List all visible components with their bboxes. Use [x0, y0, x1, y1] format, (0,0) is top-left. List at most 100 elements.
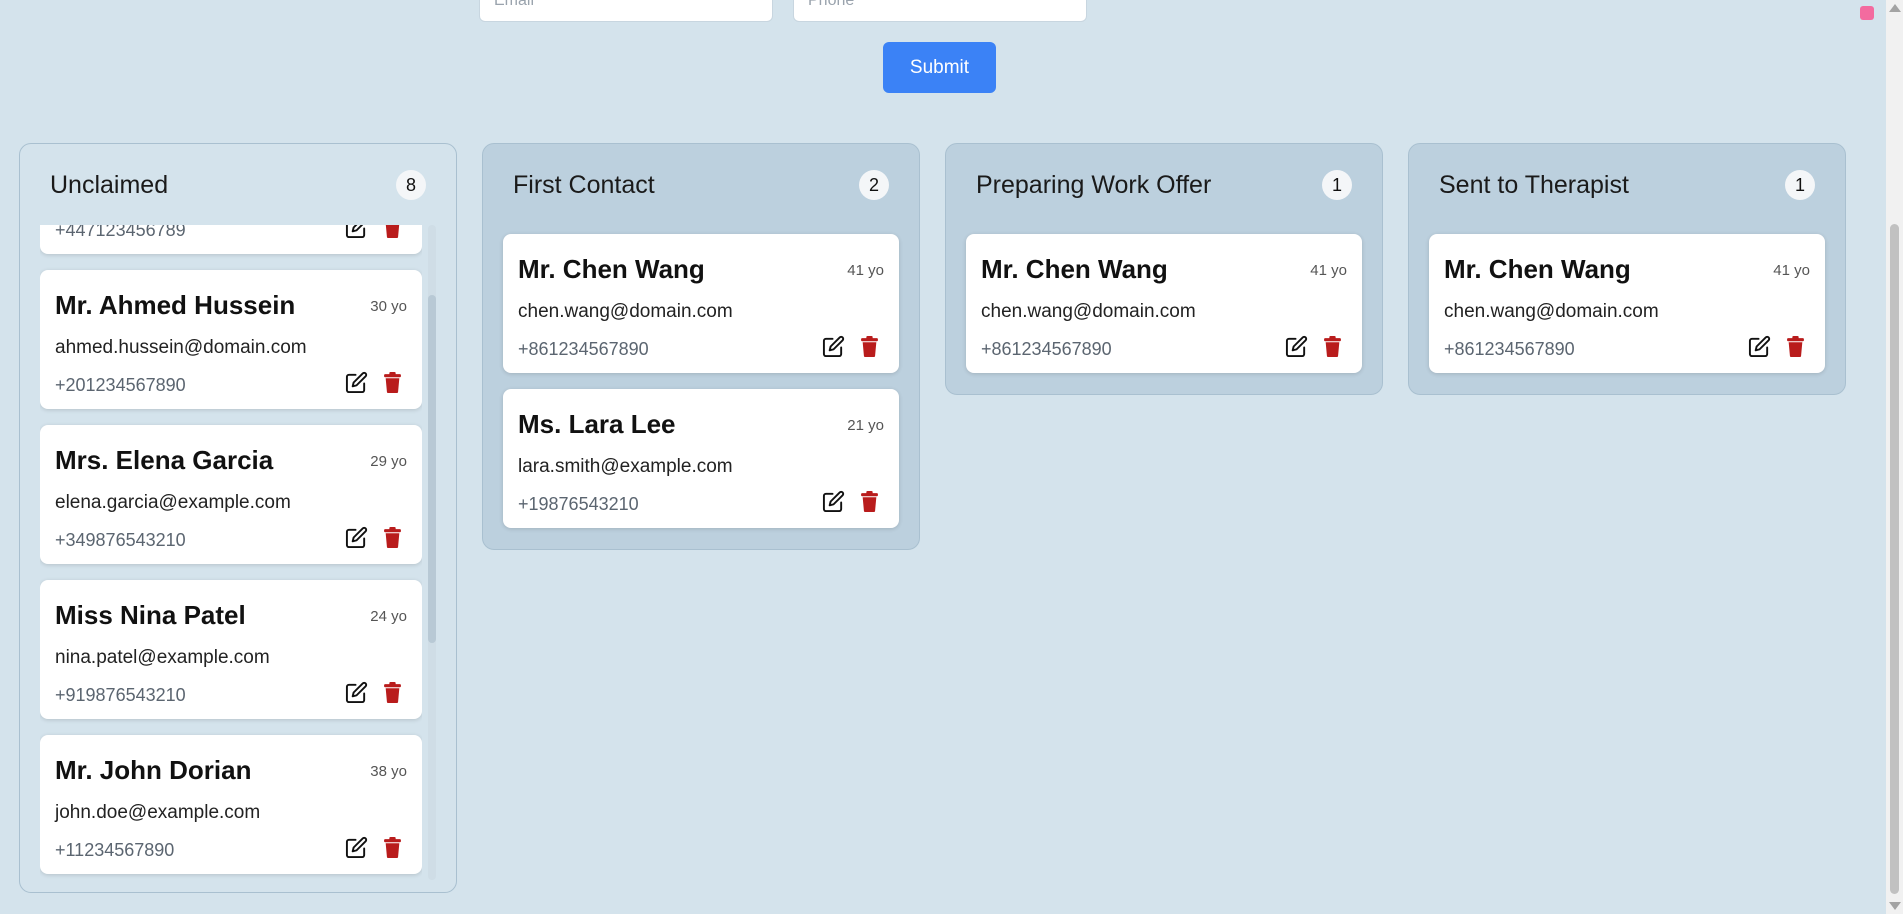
card-age: 38 yo: [370, 763, 407, 780]
phone-input[interactable]: Phone: [793, 0, 1087, 22]
card-email: john.doe@example.com: [55, 802, 261, 823]
column-count-badge: 8: [396, 170, 426, 200]
card-email: chen.wang@domain.com: [1444, 301, 1659, 322]
card-email: elena.garcia@example.com: [55, 492, 291, 513]
card-age: 21 yo: [847, 417, 884, 434]
card-name: Mrs. Elena Garcia: [55, 445, 274, 475]
card-phone: +19876543210: [518, 494, 639, 514]
column-sent-to-therapist: Sent to Therapist 1 Mr. Chen Wang 41 yo …: [1408, 143, 1846, 395]
card-actions: [345, 225, 404, 240]
card-actions: [1748, 333, 1807, 359]
page-scrollbar-thumb[interactable]: [1890, 224, 1899, 894]
page-scrollbar[interactable]: [1886, 0, 1903, 914]
card-actions: [345, 679, 404, 705]
lead-card[interactable]: Ms. Lara Lee 21 yo lara.smith@example.co…: [503, 389, 899, 528]
card-name: Mr. Chen Wang: [981, 254, 1168, 284]
edit-icon[interactable]: [1285, 333, 1308, 359]
card-phone: +201234567890: [55, 375, 186, 395]
column-count-badge: 1: [1322, 170, 1352, 200]
trash-icon[interactable]: [381, 225, 404, 240]
card-name: Mr. Ahmed Hussein: [55, 290, 296, 320]
card-actions: [345, 369, 404, 395]
card-actions: [345, 834, 404, 860]
column-title: Preparing Work Offer: [976, 170, 1212, 199]
trash-icon[interactable]: [858, 333, 881, 359]
phone-placeholder: Phone: [808, 0, 855, 9]
card-age: 41 yo: [1773, 262, 1810, 279]
column-preparing-work-offer: Preparing Work Offer 1 Mr. Chen Wang 41 …: [945, 143, 1383, 395]
column-header: Preparing Work Offer 1: [976, 168, 1352, 202]
card-name: Mr. Chen Wang: [1444, 254, 1631, 284]
column-header: Sent to Therapist 1: [1439, 168, 1815, 202]
card-list[interactable]: Mr. Chen Wang 41 yo chen.wang@domain.com…: [1429, 234, 1825, 389]
lead-card[interactable]: Mr. Ahmed Hussein 30 yo ahmed.hussein@do…: [40, 270, 422, 409]
lead-card[interactable]: Mrs. Elena Garcia 29 yo elena.garcia@exa…: [40, 425, 422, 564]
card-actions: [345, 524, 404, 550]
column-scrollbar[interactable]: [428, 225, 436, 880]
card-actions: [1285, 333, 1344, 359]
edit-icon[interactable]: [345, 369, 368, 395]
card-email: nina.patel@example.com: [55, 647, 270, 668]
trash-icon[interactable]: [1784, 333, 1807, 359]
card-list[interactable]: Mr. Chen Wang 41 yo chen.wang@domain.com…: [503, 234, 899, 544]
lead-card[interactable]: Mr. Chen Wang 41 yo chen.wang@domain.com…: [503, 234, 899, 373]
card-actions: [822, 488, 881, 514]
scroll-down-arrow-icon[interactable]: [1889, 902, 1901, 910]
column-title: Unclaimed: [50, 170, 169, 199]
card-phone: +861234567890: [1444, 339, 1575, 359]
trash-icon[interactable]: [1321, 333, 1344, 359]
column-unclaimed: Unclaimed 8 +447123456789 Mr. Ahmed Huss…: [19, 143, 457, 893]
card-age: 41 yo: [1310, 262, 1347, 279]
trash-icon[interactable]: [381, 834, 404, 860]
card-age: 29 yo: [370, 453, 407, 470]
column-first-contact: First Contact 2 Mr. Chen Wang 41 yo chen…: [482, 143, 920, 550]
lead-card[interactable]: +447123456789: [40, 225, 422, 254]
trash-icon[interactable]: [858, 488, 881, 514]
column-header: First Contact 2: [513, 168, 889, 202]
card-list[interactable]: Mr. Chen Wang 41 yo chen.wang@domain.com…: [966, 234, 1362, 389]
trash-icon[interactable]: [381, 679, 404, 705]
card-email: chen.wang@domain.com: [518, 301, 733, 322]
column-title: Sent to Therapist: [1439, 170, 1629, 199]
edit-icon[interactable]: [345, 834, 368, 860]
card-age: 24 yo: [370, 608, 407, 625]
lead-card[interactable]: Mr. Chen Wang 41 yo chen.wang@domain.com…: [1429, 234, 1825, 373]
column-title: First Contact: [513, 170, 655, 199]
card-list[interactable]: +447123456789 Mr. Ahmed Hussein 30 yo ah…: [40, 225, 422, 880]
card-actions: [822, 333, 881, 359]
column-header: Unclaimed 8: [50, 168, 426, 202]
card-name: Ms. Lara Lee: [518, 409, 676, 439]
column-scrollbar-thumb[interactable]: [428, 295, 436, 643]
email-placeholder: Email: [494, 0, 535, 9]
card-phone: +919876543210: [55, 685, 186, 705]
lead-card[interactable]: Mr. Chen Wang 41 yo chen.wang@domain.com…: [966, 234, 1362, 373]
extension-badge-icon[interactable]: [1860, 6, 1874, 20]
card-email: ahmed.hussein@domain.com: [55, 337, 307, 358]
edit-icon[interactable]: [345, 524, 368, 550]
card-phone: +861234567890: [518, 339, 649, 359]
card-email: lara.smith@example.com: [518, 456, 733, 477]
edit-icon[interactable]: [822, 333, 845, 359]
email-input[interactable]: Email: [479, 0, 773, 22]
edit-icon[interactable]: [1748, 333, 1771, 359]
edit-icon[interactable]: [345, 679, 368, 705]
trash-icon[interactable]: [381, 524, 404, 550]
scroll-up-arrow-icon[interactable]: [1889, 4, 1901, 12]
card-phone: +11234567890: [55, 840, 175, 860]
submit-button[interactable]: Submit: [883, 42, 996, 93]
lead-card[interactable]: Mr. John Dorian 38 yo john.doe@example.c…: [40, 735, 422, 874]
edit-icon[interactable]: [822, 488, 845, 514]
column-count-badge: 2: [859, 170, 889, 200]
edit-icon[interactable]: [345, 225, 368, 240]
column-count-badge: 1: [1785, 170, 1815, 200]
card-name: Mr. John Dorian: [55, 755, 252, 785]
card-name: Mr. Chen Wang: [518, 254, 705, 284]
trash-icon[interactable]: [381, 369, 404, 395]
card-phone: +349876543210: [55, 530, 186, 550]
card-phone: +447123456789: [55, 225, 186, 240]
card-email: chen.wang@domain.com: [981, 301, 1196, 322]
card-age: 30 yo: [370, 298, 407, 315]
card-name: Miss Nina Patel: [55, 600, 246, 630]
lead-card[interactable]: Miss Nina Patel 24 yo nina.patel@example…: [40, 580, 422, 719]
card-age: 41 yo: [847, 262, 884, 279]
